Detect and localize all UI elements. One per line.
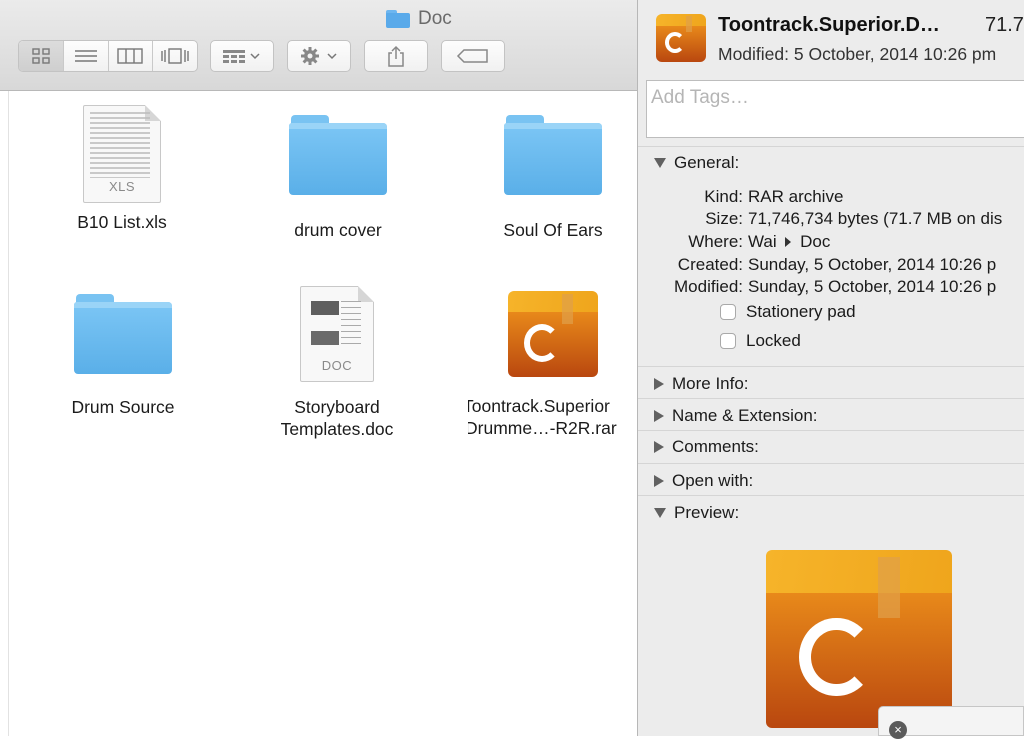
where-path-segment: Wai xyxy=(748,232,777,251)
disclosure-triangle-open-icon xyxy=(654,158,666,168)
stationery-pad-label: Stationery pad xyxy=(746,302,856,321)
size-label: Size: xyxy=(705,209,743,228)
modified-value: Sunday, 5 October, 2014 10:26 p xyxy=(748,277,997,296)
created-label: Created: xyxy=(677,255,743,274)
file-item-b10-list[interactable]: XLS B10 List.xls xyxy=(37,105,207,233)
folder-icon xyxy=(74,294,172,374)
locked-checkbox[interactable]: Locked xyxy=(720,331,801,351)
disclosure-triangle-closed-icon xyxy=(654,410,664,422)
xls-badge: XLS xyxy=(108,179,136,194)
file-item-label: B10 List.xls xyxy=(77,212,167,232)
more-info-section: More Info: xyxy=(638,366,1024,399)
doc-badge: DOC xyxy=(321,358,353,373)
where-label: Where: xyxy=(688,232,743,251)
checkbox-box[interactable] xyxy=(720,304,736,320)
file-item-label-line1: Storyboard xyxy=(294,397,380,417)
file-item-label: Soul Of Ears xyxy=(503,220,603,240)
folder-icon xyxy=(504,115,602,195)
open-with-heading: Open with: xyxy=(672,471,754,490)
locked-label: Locked xyxy=(746,331,801,350)
doc-document-icon: DOC xyxy=(300,286,374,382)
kind-value: RAR archive xyxy=(748,187,844,206)
file-grid: XLS B10 List.xls drum cover Soul Of Ears… xyxy=(0,91,640,736)
general-disclosure[interactable]: General: xyxy=(654,153,739,173)
size-value: 71,746,734 bytes (71.7 MB on dis xyxy=(748,209,1003,228)
comments-heading: Comments: xyxy=(672,437,759,456)
comments-disclosure[interactable]: Comments: xyxy=(654,437,759,457)
comments-section: Comments: xyxy=(638,430,1024,463)
tag-icon xyxy=(456,49,488,63)
name-extension-disclosure[interactable]: Name & Extension: xyxy=(654,406,818,426)
view-coverflow-button[interactable] xyxy=(153,41,197,71)
disclosure-triangle-closed-icon xyxy=(654,441,664,453)
view-list-icon xyxy=(74,50,97,62)
open-with-section: Open with: xyxy=(638,463,1024,496)
xls-document-icon: XLS xyxy=(83,105,161,203)
kind-label: Kind: xyxy=(704,187,743,206)
file-item-storyboard-templates[interactable]: DOC Storyboard Templates.doc xyxy=(252,286,422,440)
preview-disclosure[interactable]: Preview: xyxy=(654,503,739,523)
close-icon[interactable]: × xyxy=(889,721,907,739)
action-button[interactable] xyxy=(287,40,351,72)
disclosure-triangle-closed-icon xyxy=(654,378,664,390)
share-icon xyxy=(388,45,404,67)
file-item-label: drum cover xyxy=(294,220,382,240)
name-extension-heading: Name & Extension: xyxy=(672,406,818,425)
window-title-text: Doc xyxy=(418,8,452,29)
disclosure-triangle-open-icon xyxy=(654,508,666,518)
info-file-name: Toontrack.Superior.D… xyxy=(718,14,940,36)
finder-window: Doc XLS B10 List.xls drum cover Soul Of … xyxy=(0,0,640,736)
folder-icon xyxy=(289,115,387,195)
info-file-size: 71.7 xyxy=(985,14,1024,36)
view-columns-icon xyxy=(117,48,144,64)
file-item-label-line2: Templates.doc xyxy=(280,419,394,439)
share-button[interactable] xyxy=(364,40,428,72)
view-icons-button[interactable] xyxy=(19,41,64,71)
tag-button[interactable] xyxy=(441,40,505,72)
path-separator-icon xyxy=(785,237,792,247)
finder-toolbar: Doc xyxy=(0,0,640,91)
notification-popup: × xyxy=(878,706,1024,739)
folder-item-drum-cover[interactable]: drum cover xyxy=(253,115,423,241)
gear-icon xyxy=(301,47,337,65)
file-item-label: Drum Source xyxy=(71,397,175,417)
file-item-label-line1: Toontrack.Superior xyxy=(468,396,610,416)
name-extension-section: Name & Extension: xyxy=(638,398,1024,431)
disclosure-triangle-closed-icon xyxy=(654,475,664,487)
where-path-segment: Doc xyxy=(800,232,831,251)
file-item-toontrack-rar[interactable]: Toontrack.Superior Drumme…-R2R.rar xyxy=(468,291,640,439)
stationery-pad-checkbox[interactable]: Stationery pad xyxy=(720,302,856,322)
folder-icon xyxy=(386,10,410,28)
folder-item-soul-of-ears[interactable]: Soul Of Ears xyxy=(468,115,638,241)
window-title: Doc xyxy=(386,8,452,30)
get-info-panel: Toontrack.Superior.D… 71.7 Modified: 5 O… xyxy=(637,0,1024,736)
open-with-disclosure[interactable]: Open with: xyxy=(654,471,753,491)
archive-package-icon xyxy=(508,291,598,377)
preview-archive-package-icon xyxy=(766,550,952,728)
checkbox-box[interactable] xyxy=(720,333,736,349)
info-modified-date: Modified: 5 October, 2014 10:26 pm xyxy=(718,44,997,64)
more-info-heading: More Info: xyxy=(672,374,749,393)
archive-package-icon xyxy=(656,14,706,62)
view-list-button[interactable] xyxy=(64,41,109,71)
where-path: Wai Doc xyxy=(748,232,830,252)
more-info-disclosure[interactable]: More Info: xyxy=(654,374,749,394)
folder-item-drum-source[interactable]: Drum Source xyxy=(38,294,208,418)
arrange-icon xyxy=(223,50,260,63)
general-heading: General: xyxy=(674,153,740,172)
file-item-label-line2: Drumme…-R2R.rar xyxy=(468,418,617,438)
preview-heading: Preview: xyxy=(674,503,740,522)
modified-label: Modified: xyxy=(674,277,743,296)
view-columns-button[interactable] xyxy=(109,41,154,71)
tags-input[interactable] xyxy=(647,81,1015,115)
preview-section: Preview: xyxy=(638,495,1024,737)
info-header: Toontrack.Superior.D… 71.7 Modified: 5 O… xyxy=(638,0,1024,78)
view-coverflow-icon xyxy=(161,48,189,64)
created-value: Sunday, 5 October, 2014 10:26 p xyxy=(748,255,997,274)
view-mode-segmented-control xyxy=(18,40,198,72)
view-icons-icon xyxy=(32,48,50,64)
arrange-button[interactable] xyxy=(210,40,274,72)
tags-field[interactable] xyxy=(646,80,1024,138)
